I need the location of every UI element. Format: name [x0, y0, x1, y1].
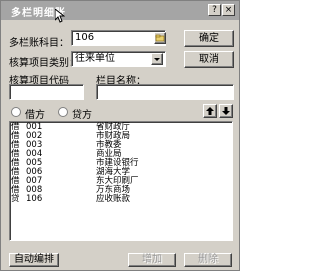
row-name: 应收账款	[96, 194, 131, 204]
mouse-cursor-icon	[55, 9, 65, 23]
add-button[interactable]: 增加	[128, 253, 176, 267]
delete-button[interactable]: 删除	[184, 253, 232, 267]
ok-button[interactable]: 确定	[184, 30, 234, 47]
account-value: 106	[75, 32, 95, 43]
chevron-down-icon	[154, 58, 160, 61]
column-list[interactable]: 借 001 省财政厅 借 002 市财政局 借 003 市教委 借 004 商业局 借 005 市建…	[9, 121, 233, 241]
close-button[interactable]: ×	[222, 4, 235, 16]
credit-radio[interactable]	[58, 107, 68, 117]
cancel-button[interactable]: 取消	[184, 51, 234, 68]
dialog-window: 多栏明细账 ? × 多栏账科目： 106 确定 核算项目类别： 往来单位 取消 …	[0, 0, 240, 271]
row-direction: 贷	[11, 194, 20, 204]
add-button-label: 增加	[142, 254, 162, 265]
arrow-down-icon	[222, 107, 230, 115]
move-up-button[interactable]	[203, 104, 217, 118]
title-bar[interactable]: 多栏明细账 ? ×	[1, 1, 239, 20]
row-code: 106	[26, 194, 43, 204]
auto-arrange-button[interactable]: 自动编排	[9, 253, 59, 267]
category-select[interactable]: 往来单位	[71, 51, 166, 67]
close-icon: ×	[224, 5, 233, 15]
column-name-input[interactable]	[96, 84, 234, 100]
category-dropdown-button[interactable]	[151, 53, 163, 65]
account-label: 多栏账科目：	[9, 38, 69, 49]
move-down-button[interactable]	[219, 104, 233, 118]
cancel-button-label: 取消	[199, 54, 219, 65]
arrow-up-icon	[206, 107, 214, 115]
debit-radio[interactable]	[11, 107, 21, 117]
credit-label: 贷方	[72, 110, 92, 121]
auto-arrange-label: 自动编排	[14, 254, 54, 265]
account-input[interactable]: 106	[71, 30, 166, 46]
help-icon: ?	[212, 5, 217, 15]
account-browse-button[interactable]	[154, 32, 166, 44]
debit-label: 借方	[25, 110, 45, 121]
help-button[interactable]: ?	[208, 4, 221, 16]
delete-button-label: 删除	[198, 254, 218, 265]
item-code-input[interactable]	[9, 84, 84, 100]
ok-button-label: 确定	[199, 33, 219, 44]
folder-icon	[155, 34, 165, 42]
category-value: 往来单位	[75, 53, 115, 64]
category-label: 核算项目类别：	[9, 58, 79, 69]
